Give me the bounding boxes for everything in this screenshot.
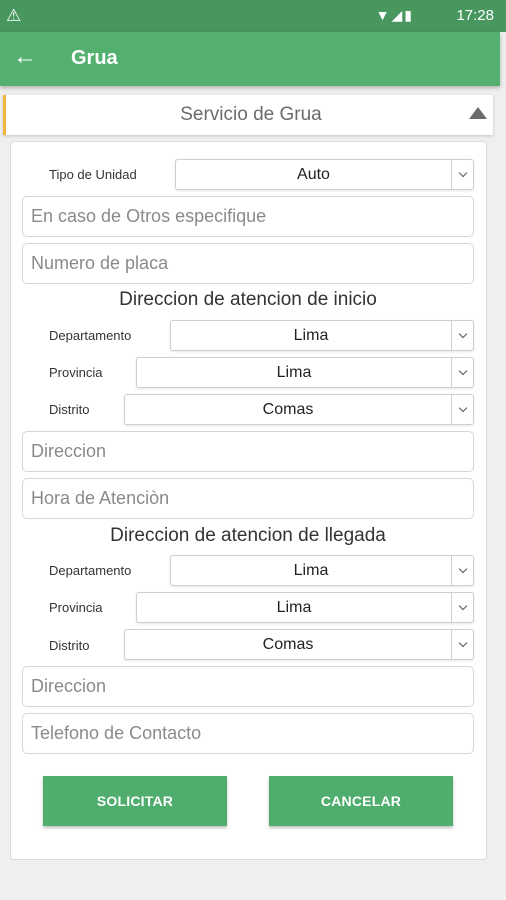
section-header[interactable]: Servicio de Grua [3,95,493,135]
status-time: 17:28 [456,7,494,24]
solicitar-button[interactable]: SOLICITAR [43,776,227,826]
cancelar-button[interactable]: CANCELAR [269,776,453,826]
inicio-provincia-label: Provincia [49,365,103,380]
llegada-distrito-value: Comas [262,636,314,653]
warning-icon: ⚠ [6,6,22,25]
chevron-down-icon [451,556,473,585]
chevron-down-icon [451,395,473,424]
llegada-direccion-input[interactable] [23,667,473,706]
inicio-provincia-select[interactable]: Lima [136,357,474,388]
llegada-provincia-label: Provincia [49,600,103,615]
telefono-input[interactable] [23,714,473,753]
chevron-down-icon [451,358,473,387]
hora-atencion-field[interactable] [22,478,474,519]
chevron-down-icon [451,321,473,350]
inicio-departamento-label: Departamento [49,328,132,343]
chevron-down-icon [451,160,473,189]
page-title: Grua [71,47,118,69]
section-title: Servicio de Grua [180,104,322,125]
llegada-distrito-select[interactable]: Comas [124,629,474,660]
otros-field[interactable] [22,196,474,237]
llegada-departamento-select[interactable]: Lima [170,555,474,586]
inicio-provincia-value: Lima [276,364,312,381]
inicio-direccion-field[interactable] [22,431,474,472]
status-bar: ⚠ ▼◢▮ 17:28 [0,0,506,32]
llegada-provincia-value: Lima [276,599,312,616]
llegada-direccion-field[interactable] [22,666,474,707]
llegada-distrito-label: Distrito [49,638,90,653]
llegada-departamento-value: Lima [293,562,329,579]
placa-input[interactable] [23,244,473,283]
otros-input[interactable] [23,197,473,236]
hora-atencion-input[interactable] [23,479,473,518]
status-icons: ▼◢▮ [376,7,414,24]
battery-icon: ▮ [404,7,414,23]
inicio-distrito-value: Comas [262,401,314,418]
placa-field[interactable] [22,243,474,284]
inicio-distrito-select[interactable]: Comas [124,394,474,425]
inicio-direccion-input[interactable] [23,432,473,471]
inicio-distrito-label: Distrito [49,402,90,417]
llegada-heading: Direccion de atencion de llegada [110,525,386,546]
inicio-heading: Direccion de atencion de inicio [119,289,377,310]
inicio-departamento-value: Lima [293,327,329,344]
chevron-down-icon [451,593,473,622]
inicio-departamento-select[interactable]: Lima [170,320,474,351]
telefono-field[interactable] [22,713,474,754]
tipo-unidad-label: Tipo de Unidad [49,167,137,182]
wifi-icon: ▼ [375,7,392,23]
arrow-left-icon[interactable]: ← [13,43,37,71]
app-bar: ← Grua [0,32,500,86]
llegada-provincia-select[interactable]: Lima [136,592,474,623]
tipo-unidad-value: Auto [297,166,330,183]
signal-icon: ◢ [391,7,405,23]
llegada-departamento-label: Departamento [49,563,132,578]
triangle-up-icon[interactable] [469,107,487,119]
chevron-down-icon [451,630,473,659]
tipo-unidad-select[interactable]: Auto [175,159,474,190]
